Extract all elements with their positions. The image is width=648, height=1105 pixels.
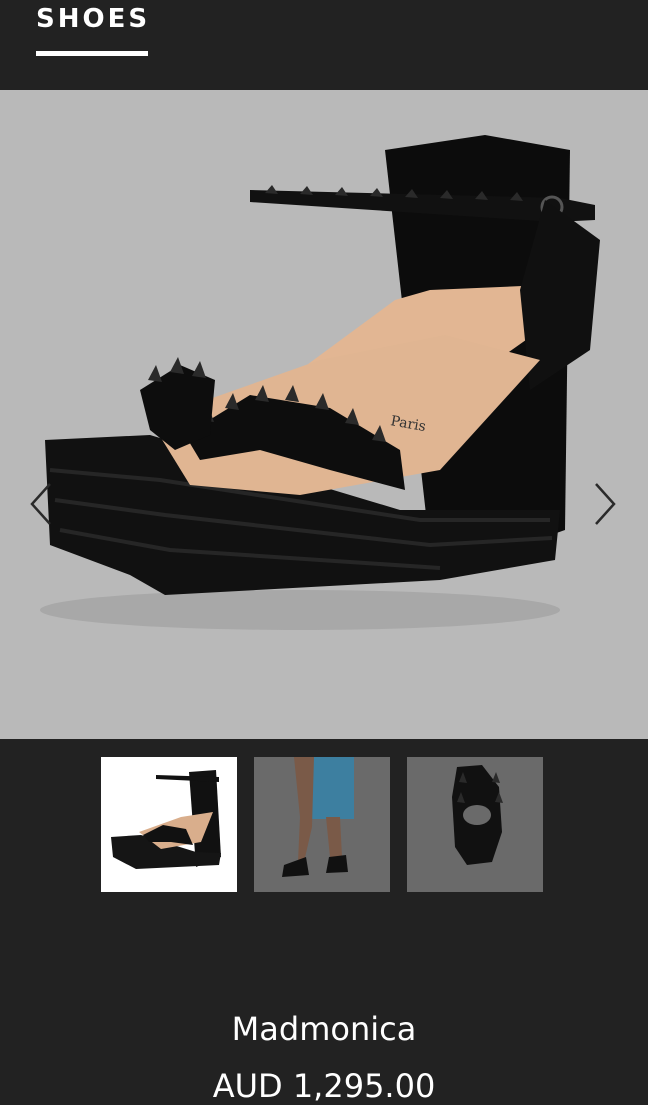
top-bar: SHOES — [0, 0, 648, 90]
chevron-left-icon — [30, 483, 51, 525]
thumbnail-strip — [101, 757, 543, 892]
thumbnail-2[interactable] — [254, 757, 390, 892]
thumbnail-1[interactable] — [101, 757, 237, 892]
tab-shoes[interactable]: SHOES — [36, 4, 150, 34]
sandal-side-thumbnail — [111, 770, 221, 869]
next-image-button[interactable] — [590, 480, 624, 530]
product-price: AUD 1,295.00 — [212, 1067, 436, 1105]
product-image-carousel[interactable]: Paris — [0, 90, 648, 739]
product-name: Madmonica — [231, 1010, 417, 1048]
thumbnail-3[interactable] — [407, 757, 543, 892]
chevron-right-icon — [595, 483, 616, 525]
model-wearing-sandal-thumbnail — [282, 757, 354, 877]
active-tab-indicator — [36, 51, 148, 56]
previous-image-button[interactable] — [26, 480, 60, 530]
sandal-back-thumbnail — [452, 765, 503, 865]
wedge-sandal-image: Paris — [40, 135, 600, 630]
